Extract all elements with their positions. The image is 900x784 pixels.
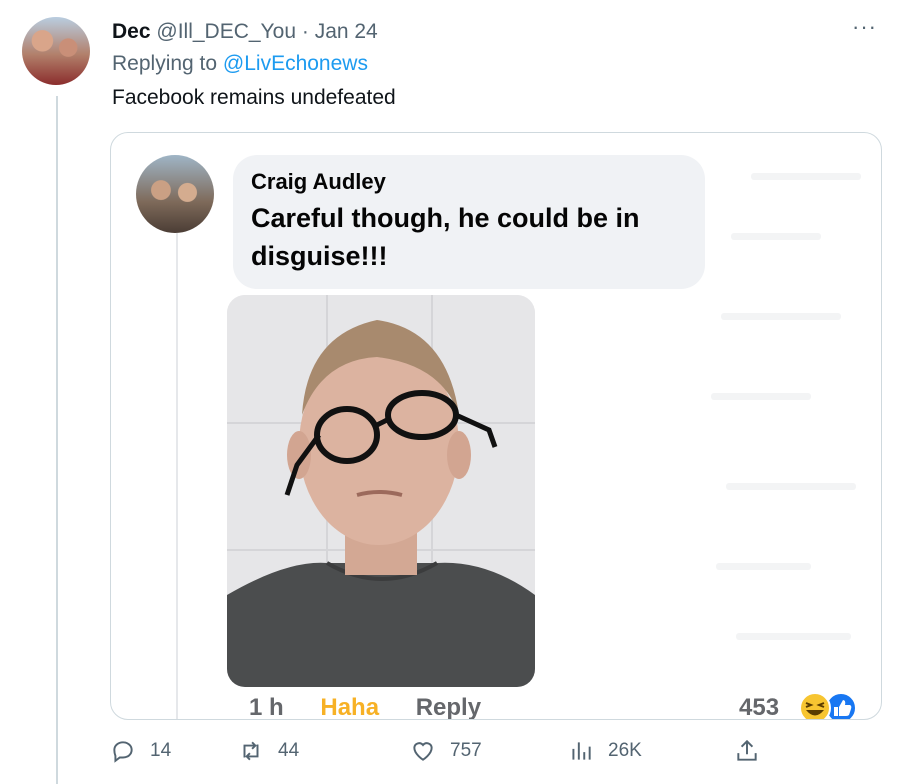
- background-text: [736, 633, 851, 640]
- comment-time: 1 h: [249, 694, 284, 720]
- share-button[interactable]: [734, 738, 760, 764]
- tweet-action-bar: 14 44 757 26K: [110, 738, 790, 768]
- background-text: [711, 393, 811, 400]
- views-icon: [572, 742, 591, 760]
- background-text: [716, 563, 811, 570]
- reaction-icons: [797, 691, 859, 719]
- background-text: [731, 233, 821, 240]
- haha-icon: [799, 692, 831, 719]
- reaction-count: 453: [739, 694, 780, 720]
- thread-line: [56, 96, 58, 784]
- reply-count: 14: [150, 740, 172, 761]
- mugshot-photo: [227, 295, 535, 687]
- tweet-date[interactable]: Jan 24: [315, 20, 378, 43]
- haha-reaction-button[interactable]: Haha: [320, 694, 379, 719]
- tweet-header: Dec @Ill_DEC_You · Jan 24: [112, 19, 378, 45]
- share-icon: [737, 739, 757, 761]
- handle[interactable]: @Ill_DEC_You: [156, 20, 296, 43]
- comment-bubble: Craig Audley Careful though, he could be…: [233, 155, 705, 289]
- separator: ·: [301, 20, 309, 43]
- replying-handle-link[interactable]: @LivEchonews: [223, 52, 368, 75]
- replying-prefix: Replying to: [112, 52, 218, 75]
- comment-author: Craig Audley: [251, 169, 386, 194]
- comment-thread-line: [176, 233, 178, 719]
- background-text: [751, 173, 861, 180]
- heart-icon: [413, 742, 433, 761]
- tweet-text: Facebook remains undefeated: [112, 86, 396, 109]
- commenter-avatar: [136, 155, 214, 233]
- reply-button[interactable]: 14: [110, 738, 171, 764]
- view-count: 26K: [608, 740, 642, 761]
- reply-icon: [113, 741, 133, 763]
- more-options-icon[interactable]: ···: [852, 14, 877, 40]
- comment-text: Careful though, he could be in disguise!…: [251, 203, 640, 271]
- background-text: [721, 313, 841, 320]
- avatar[interactable]: [22, 17, 90, 85]
- retweet-button[interactable]: 44: [238, 738, 299, 764]
- like-button[interactable]: 757: [410, 738, 482, 764]
- like-count: 757: [450, 740, 482, 761]
- retweet-icon: [243, 741, 259, 761]
- views-button[interactable]: 26K: [568, 738, 642, 764]
- background-text: [726, 483, 856, 490]
- display-name[interactable]: Dec: [112, 20, 151, 43]
- comment-reply-button[interactable]: Reply: [416, 694, 481, 719]
- retweet-count: 44: [278, 740, 300, 761]
- tweet-media-image[interactable]: Craig Audley Careful though, he could be…: [110, 132, 882, 720]
- replying-to: Replying to @LivEchonews: [112, 52, 368, 76]
- comment-actions: 1 h Haha Reply: [249, 694, 511, 720]
